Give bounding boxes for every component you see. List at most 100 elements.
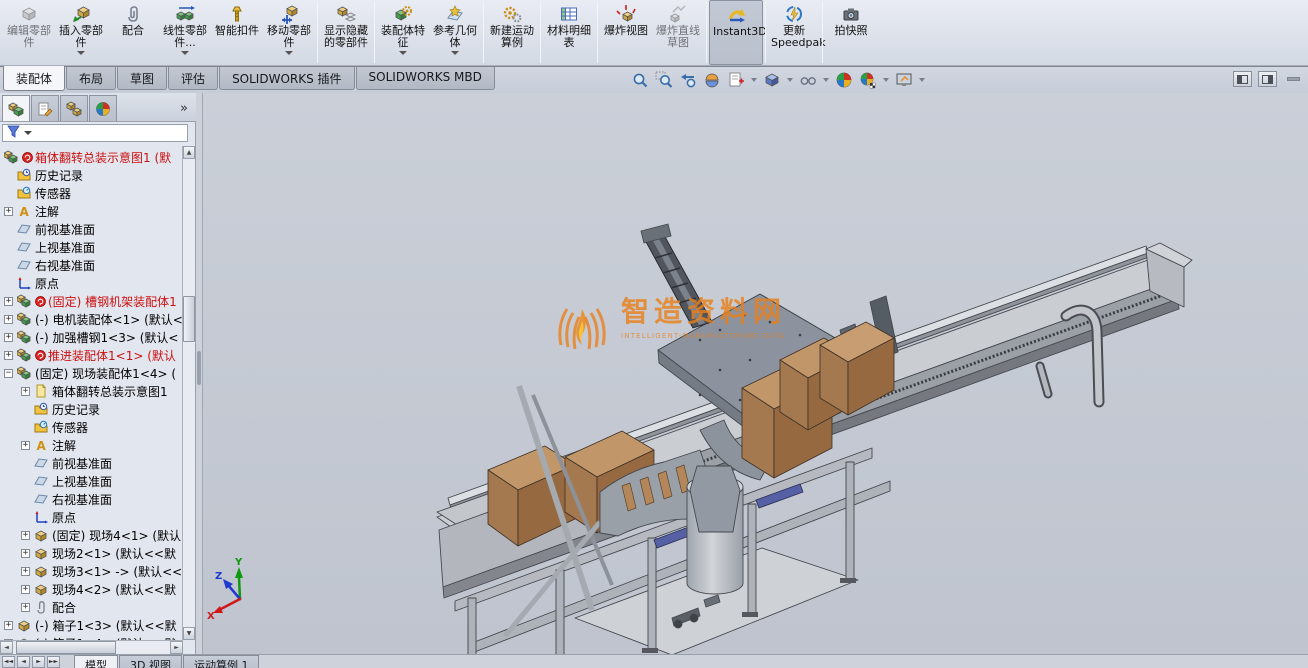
nav-last-button[interactable]: ►► (47, 656, 60, 668)
displaymanager-tab[interactable] (89, 95, 117, 121)
splitter-grip[interactable] (197, 351, 201, 385)
zoom-to-area-icon[interactable] (654, 70, 674, 90)
bottom-tab[interactable]: 3D 视图 (119, 655, 182, 668)
display-style-icon[interactable] (798, 70, 818, 90)
command-button[interactable]: 移动零部件 (263, 0, 315, 65)
tree-item[interactable]: 前视基准面 (0, 454, 183, 472)
minimize-strip-icon[interactable] (1287, 77, 1300, 81)
bottom-tab[interactable]: 运动算例 1 (183, 655, 260, 668)
tree-item[interactable]: 右视基准面 (0, 256, 183, 274)
tree-vertical-scrollbar[interactable]: ▲ ▼ (182, 146, 195, 640)
bottom-tab[interactable]: 模型 (74, 655, 118, 668)
tree-item[interactable]: +(固定) 现场4<1> (默认 (0, 526, 183, 544)
horizontal-scroll-thumb[interactable] (16, 641, 116, 654)
zoom-to-fit-icon[interactable] (630, 70, 650, 90)
ribbon-tab[interactable]: 评估 (168, 67, 218, 90)
command-button[interactable]: 线性零部件... (159, 0, 211, 65)
ribbon-tab[interactable]: SOLIDWORKS 插件 (219, 67, 354, 90)
expand-icon[interactable]: + (4, 207, 13, 216)
nav-next-button[interactable]: ► (32, 656, 45, 668)
expand-icon[interactable]: + (4, 351, 13, 360)
tree-item[interactable]: +现场3<1> -> (默认<< (0, 562, 183, 580)
command-button[interactable]: 参考几何体 (429, 0, 481, 65)
collapse-icon[interactable]: − (4, 369, 13, 378)
tree-item[interactable]: +(固定) 槽钢机架装配体1 (0, 292, 183, 310)
tree-item[interactable]: +(-) 加强槽钢1<3> (默认< (0, 328, 183, 346)
expand-icon[interactable]: + (4, 315, 13, 324)
propertymanager-tab[interactable] (31, 95, 59, 121)
dropdown-caret-icon[interactable] (751, 78, 757, 82)
dropdown-caret-icon[interactable] (823, 78, 829, 82)
tree-item[interactable]: 上视基准面 (0, 238, 183, 256)
section-view-icon[interactable] (702, 70, 722, 90)
tree-item[interactable]: 历史记录 (0, 400, 183, 418)
expand-icon[interactable]: + (21, 585, 30, 594)
view-settings-icon[interactable] (894, 70, 914, 90)
annotation-views-icon[interactable] (726, 70, 746, 90)
tree-item[interactable]: +配合 (0, 598, 183, 616)
expand-icon[interactable]: + (4, 621, 13, 630)
command-button[interactable]: 拍快照 (825, 0, 877, 65)
tree-item[interactable]: 传感器 (0, 184, 183, 202)
command-button[interactable]: 显示隐藏的零部件 (320, 0, 372, 65)
command-button[interactable]: 新建运动算例 (486, 0, 538, 65)
tree-horizontal-scrollbar[interactable]: ◄ ► (0, 640, 183, 654)
tree-item[interactable]: 原点 (0, 508, 183, 526)
previous-view-icon[interactable] (678, 70, 698, 90)
command-button[interactable]: 装配体特征 (377, 0, 429, 65)
tree-item[interactable]: +(-) 箱子1<3> (默认<<默 (0, 616, 183, 634)
expand-icon[interactable]: + (21, 441, 30, 450)
tree-filter[interactable] (2, 124, 188, 142)
tree-item[interactable]: 上视基准面 (0, 472, 183, 490)
tree-item[interactable]: +推进装配体1<1> (默认 (0, 346, 183, 364)
expand-icon[interactable]: + (21, 567, 30, 576)
scroll-right-arrow[interactable]: ► (170, 641, 183, 654)
expand-icon[interactable]: + (21, 387, 30, 396)
tree-item[interactable]: +箱体翻转总装示意图1 (0, 382, 183, 400)
panel-tabs-overflow[interactable]: » (180, 101, 188, 116)
tree-item[interactable]: +现场2<1> (默认<<默 (0, 544, 183, 562)
dropdown-caret-icon[interactable] (919, 78, 925, 82)
collapse-left-pane-button[interactable] (1233, 71, 1252, 87)
tree-item[interactable]: −(固定) 现场装配体1<4> ( (0, 364, 183, 382)
tree-item[interactable]: 传感器 (0, 418, 183, 436)
collapse-right-pane-button[interactable] (1258, 71, 1277, 87)
panel-splitter[interactable] (196, 93, 203, 654)
tree-item[interactable]: 箱体翻转总装示意图1 (默 (0, 148, 183, 166)
command-button[interactable]: 配合 (107, 0, 159, 65)
ribbon-tab[interactable]: 装配体 (3, 66, 65, 91)
scroll-down-arrow[interactable]: ▼ (183, 627, 195, 640)
dropdown-caret-icon[interactable] (181, 51, 189, 55)
tree-item[interactable]: +现场4<2> (默认<<默 (0, 580, 183, 598)
ribbon-tab[interactable]: 草图 (117, 67, 167, 90)
ribbon-tab[interactable]: 布局 (66, 67, 116, 90)
scroll-left-arrow[interactable]: ◄ (0, 641, 13, 654)
expand-icon[interactable]: + (21, 531, 30, 540)
expand-icon[interactable]: + (21, 603, 30, 612)
command-button[interactable]: 材料明细表 (543, 0, 595, 65)
command-button[interactable]: 智能扣件 (211, 0, 263, 65)
command-button[interactable]: 插入零部件 (55, 0, 107, 65)
featuremanager-tree-tab[interactable] (2, 95, 30, 121)
dropdown-caret-icon[interactable] (77, 51, 85, 55)
tree-item[interactable]: +A注解 (0, 202, 183, 220)
nav-first-button[interactable]: ◄◄ (2, 656, 15, 668)
tree-item[interactable]: +A注解 (0, 436, 183, 454)
expand-icon[interactable]: + (21, 549, 30, 558)
tree-item[interactable]: 历史记录 (0, 166, 183, 184)
dropdown-caret-icon[interactable] (399, 51, 407, 55)
scroll-up-arrow[interactable]: ▲ (183, 146, 195, 159)
tree-item[interactable]: 右视基准面 (0, 490, 183, 508)
dropdown-caret-icon[interactable] (451, 51, 459, 55)
tree-item[interactable]: +(-) 电机装配体<1> (默认< (0, 310, 183, 328)
edit-appearance-icon[interactable] (858, 70, 878, 90)
tree-item[interactable]: 原点 (0, 274, 183, 292)
ribbon-tab[interactable]: SOLIDWORKS MBD (356, 67, 495, 90)
hide-show-items-icon[interactable] (834, 70, 854, 90)
filter-dropdown-caret[interactable] (24, 131, 32, 135)
view-orientation-icon[interactable] (762, 70, 782, 90)
dropdown-caret-icon[interactable] (285, 51, 293, 55)
dropdown-caret-icon[interactable] (883, 78, 889, 82)
assembly-model[interactable] (203, 93, 1308, 654)
tree-item[interactable]: 前视基准面 (0, 220, 183, 238)
